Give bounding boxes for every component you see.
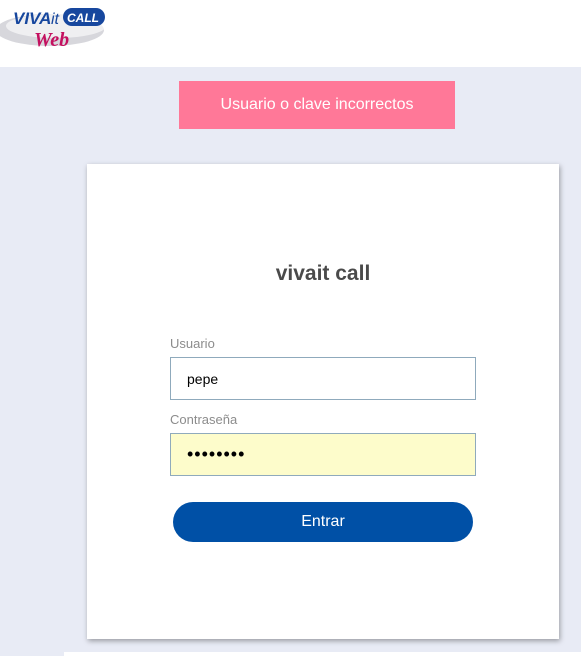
login-card: vivait call Usuario Contraseña •••••••• … xyxy=(87,164,559,639)
error-alert: Usuario o clave incorrectos xyxy=(179,81,455,129)
logo-text-it: it xyxy=(51,11,60,28)
login-title: vivait call xyxy=(275,262,371,285)
login-submit-button[interactable]: Entrar xyxy=(173,502,473,542)
logo-text-call: CALL xyxy=(67,11,99,25)
footer-strip xyxy=(64,652,581,656)
vivait-call-web-logo: VIVA it CALL Web xyxy=(0,2,112,52)
password-label: Contraseña xyxy=(170,412,238,427)
logo-graphic: VIVA it CALL Web xyxy=(0,8,106,51)
login-page-body: Usuario o clave incorrectos vivait call … xyxy=(0,67,581,656)
error-message: Usuario o clave incorrectos xyxy=(220,96,414,113)
username-label: Usuario xyxy=(170,336,215,351)
logo-text-web: Web xyxy=(34,29,69,51)
password-input[interactable] xyxy=(170,433,476,476)
app-header: VIVA it CALL Web xyxy=(0,0,581,67)
logo-text-viva: VIVA xyxy=(13,9,51,28)
username-input[interactable] xyxy=(170,357,476,400)
